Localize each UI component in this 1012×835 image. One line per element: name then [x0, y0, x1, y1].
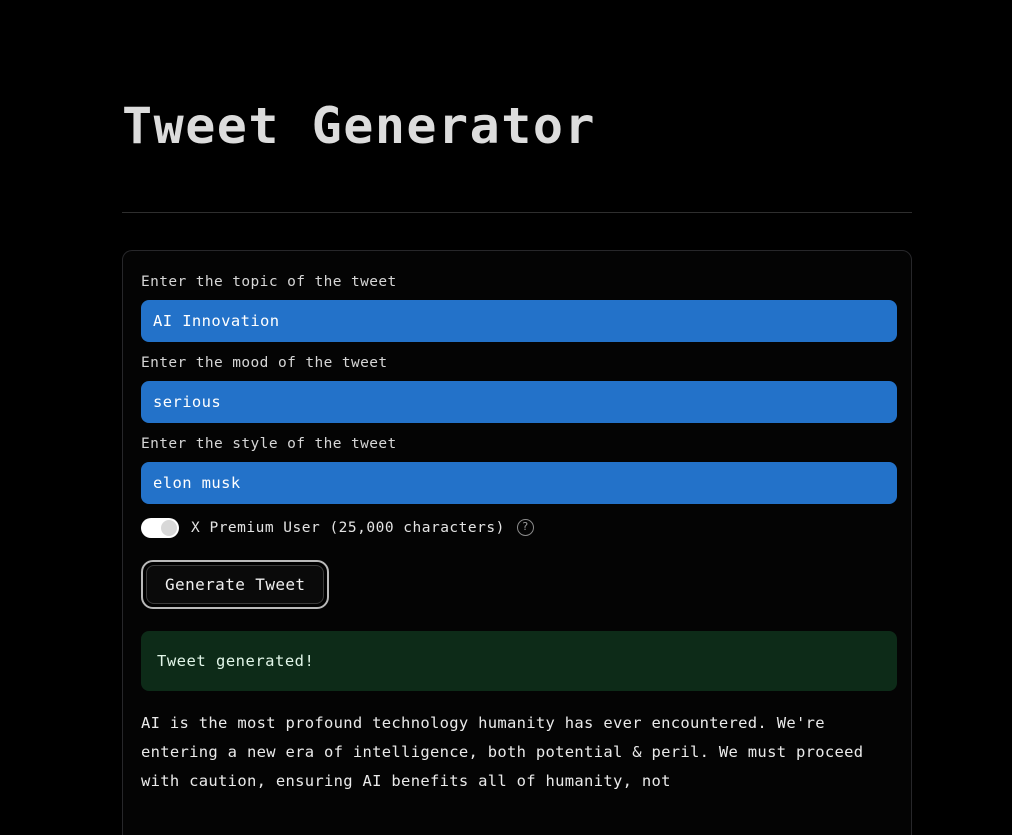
question-circle-icon[interactable]: ? [516, 519, 534, 537]
generate-button-focus-ring: Generate Tweet [141, 559, 330, 609]
generated-tweet-text: AI is the most profound technology human… [141, 713, 874, 790]
generate-tweet-button[interactable]: Generate Tweet [146, 564, 325, 604]
premium-toggle-switch[interactable] [141, 517, 179, 538]
status-banner: Tweet generated! [141, 630, 897, 691]
mood-label: Enter the mood of the tweet [141, 354, 388, 371]
status-message: Tweet generated! [157, 651, 315, 670]
generator-card: Enter the topic of the tweet Enter the m… [122, 250, 912, 835]
toggle-knob [161, 519, 177, 536]
premium-toggle-row: X Premium User (25,000 characters) ? [141, 516, 893, 540]
style-label: Enter the style of the tweet [141, 435, 397, 452]
mood-input[interactable] [141, 380, 897, 423]
page-title: Tweet Generator [122, 97, 597, 155]
style-input[interactable] [141, 461, 897, 504]
premium-toggle-label: X Premium User (25,000 characters) [191, 519, 505, 536]
topic-label: Enter the topic of the tweet [141, 274, 397, 290]
header-divider [122, 212, 912, 213]
app-window: Tweet Generator Enter the topic of the t… [0, 0, 1012, 835]
topic-input[interactable] [141, 299, 897, 342]
